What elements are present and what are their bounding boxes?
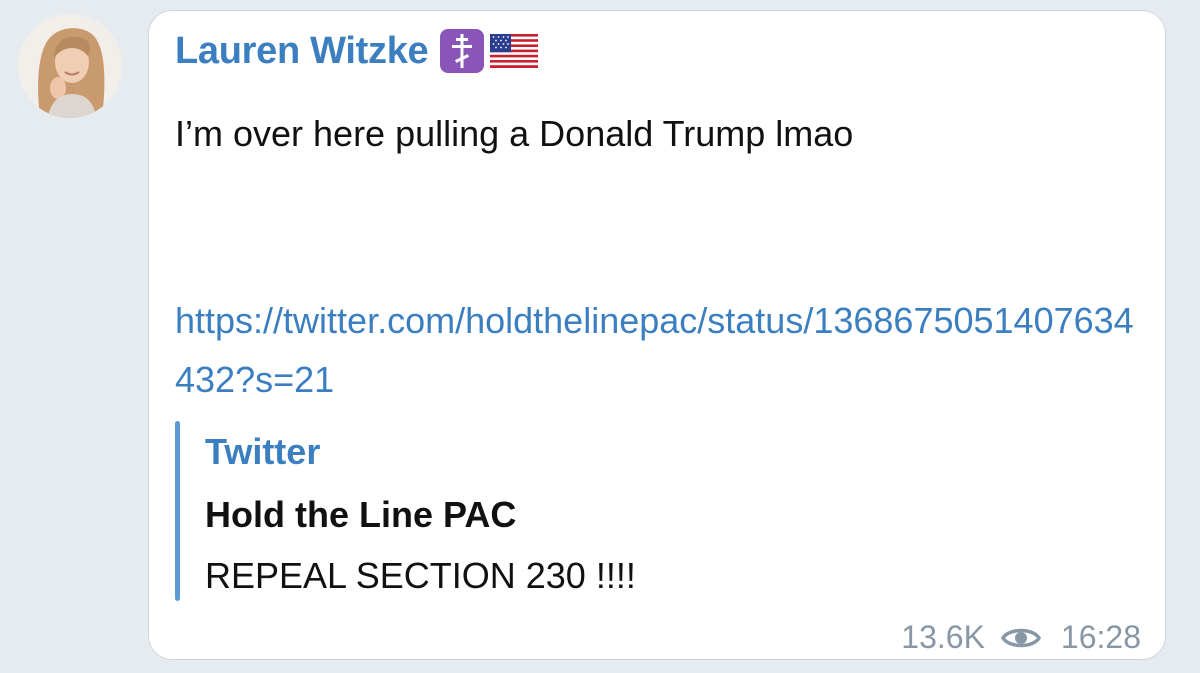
link-preview-description[interactable]: REPEAL SECTION 230 !!!! (205, 555, 636, 597)
avatar[interactable] (18, 14, 122, 118)
view-count: 13.6K (901, 619, 985, 655)
tweet-link[interactable]: https://twitter.com/holdthelinepac/statu… (175, 291, 1135, 409)
profile-photo-avatar (18, 14, 122, 118)
author-name[interactable]: Lauren Witzke (175, 30, 429, 73)
orthodox-cross-icon (440, 29, 485, 73)
eye-icon (1000, 628, 1041, 647)
link-preview-site-name[interactable]: Twitter (205, 431, 320, 473)
message-meta: 13.6K 16:28 (901, 619, 1141, 656)
message-bubble[interactable]: Lauren Witzke I’m over here pulling a Do… (148, 10, 1166, 660)
message-time: 16:28 (1060, 619, 1141, 655)
author-row: Lauren Witzke (175, 29, 539, 73)
message-text: I’m over here pulling a Donald Trump lma… (175, 113, 854, 154)
us-flag-icon (490, 34, 539, 68)
link-preview-accent-bar (175, 421, 180, 601)
link-preview-title[interactable]: Hold the Line PAC (205, 494, 516, 536)
